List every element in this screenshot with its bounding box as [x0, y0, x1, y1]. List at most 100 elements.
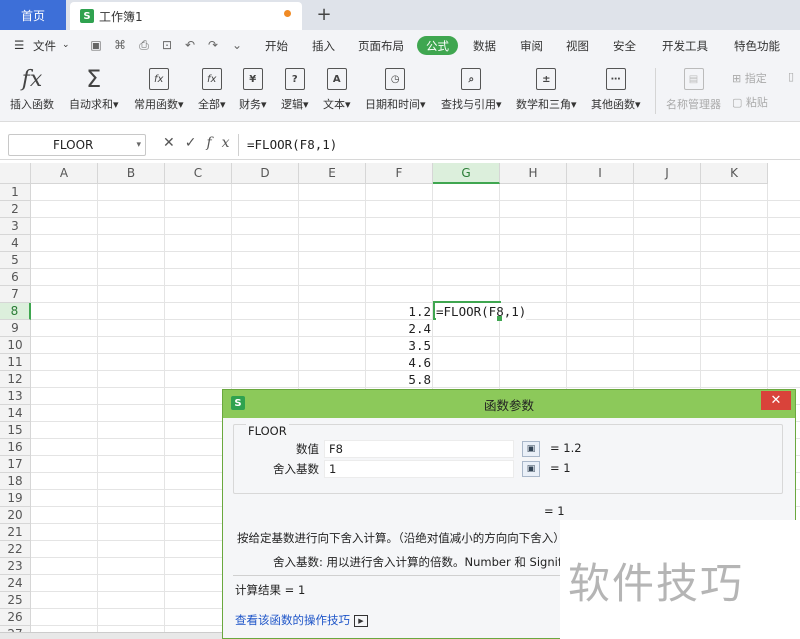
tab-special[interactable]: 特色功能 [734, 38, 780, 54]
row-header[interactable]: 15 [0, 422, 31, 439]
date-time-button[interactable]: ◷ 日期和时间▾ [365, 64, 426, 112]
text-button[interactable]: A 文本▾ [323, 64, 351, 112]
print-preview-icon[interactable]: ⊡ [160, 38, 174, 52]
row-header[interactable]: 7 [0, 286, 31, 303]
arg-significance-input[interactable]: 1 [324, 460, 514, 478]
cancel-icon[interactable]: ✕ [163, 135, 185, 151]
row-header[interactable]: 5 [0, 252, 31, 269]
arg-significance-result: = 1 [550, 461, 571, 475]
insert-function-button[interactable]: fx 插入函数 [10, 64, 54, 112]
column-header[interactable]: I [567, 163, 634, 184]
formula-input[interactable]: =FLOOR(F8,1) [238, 134, 800, 156]
confirm-icon[interactable]: ✓ [185, 135, 207, 151]
cell-f10[interactable]: 3.5 [367, 337, 431, 354]
cell-g8[interactable]: =FLOOR(F8,1) [436, 303, 527, 320]
paste-button[interactable]: ▢ 粘贴 [732, 94, 768, 110]
tab-formulas[interactable]: 公式 [417, 36, 458, 55]
more-ribbon-icon[interactable]: ▯ [788, 70, 794, 83]
row-header[interactable]: 6 [0, 269, 31, 286]
column-header[interactable]: K [701, 163, 768, 184]
row-header[interactable]: 14 [0, 405, 31, 422]
format-painter-icon[interactable]: ⌘ [113, 38, 127, 52]
customize-arrow-icon[interactable]: ⌄ [230, 38, 244, 52]
select-all-corner[interactable] [0, 163, 31, 184]
row-header[interactable]: 1 [0, 184, 31, 201]
tab-home[interactable]: 开始 [265, 38, 288, 54]
function-tips-link[interactable]: 查看该函数的操作技巧 ▶ [235, 612, 368, 628]
specify-button[interactable]: ⊞ 指定 [732, 70, 767, 86]
column-header[interactable]: J [634, 163, 701, 184]
column-header[interactable]: B [98, 163, 165, 184]
row-header[interactable]: 22 [0, 541, 31, 558]
sheet-tab-bar[interactable] [0, 632, 222, 639]
dialog-title-bar[interactable]: S 函数参数 ✕ [223, 390, 795, 418]
all-functions-button[interactable]: fx 全部▾ [198, 64, 226, 112]
other-functions-button[interactable]: ⋯ 其他函数▾ [591, 64, 641, 112]
file-menu[interactable]: 文件 [33, 38, 56, 54]
common-functions-button[interactable]: fx 常用函数▾ [134, 64, 184, 112]
lookup-reference-button[interactable]: ⌕ 查找与引用▾ [441, 64, 502, 112]
tab-data[interactable]: 数据 [473, 38, 496, 54]
autosum-button[interactable]: Σ 自动求和▾ [69, 64, 119, 112]
row-header[interactable]: 24 [0, 575, 31, 592]
tab-security[interactable]: 安全 [613, 38, 636, 54]
home-tab[interactable]: 首页 [0, 0, 66, 30]
autosum-label: 自动求和▾ [69, 98, 119, 111]
row-header[interactable]: 19 [0, 490, 31, 507]
new-tab-button[interactable]: + [314, 3, 334, 27]
tab-page-layout[interactable]: 页面布局 [358, 38, 404, 54]
row-header[interactable]: 20 [0, 507, 31, 524]
name-box[interactable]: FLOOR ▾ [8, 134, 146, 156]
row-header[interactable]: 12 [0, 371, 31, 388]
insert-function-icon[interactable]: fx [206, 135, 239, 151]
row-header[interactable]: 11 [0, 354, 31, 371]
row-header[interactable]: 16 [0, 439, 31, 456]
cell-f11[interactable]: 4.6 [367, 354, 431, 371]
collapse-dialog-icon[interactable]: ▣ [522, 461, 540, 477]
math-trig-button[interactable]: ± 数学和三角▾ [516, 64, 577, 112]
cell-f12[interactable]: 5.8 [367, 371, 431, 388]
row-header[interactable]: 13 [0, 388, 31, 405]
row-header[interactable]: 21 [0, 524, 31, 541]
grid-row-line [31, 268, 800, 269]
row-header[interactable]: 10 [0, 337, 31, 354]
column-header[interactable]: G [433, 163, 500, 184]
column-header[interactable]: F [366, 163, 433, 184]
row-header[interactable]: 3 [0, 218, 31, 235]
row-header[interactable]: 23 [0, 558, 31, 575]
cell-f8[interactable]: 1.2 [367, 303, 431, 320]
arg-number-input[interactable]: F8 [324, 440, 514, 458]
fill-handle[interactable] [497, 316, 502, 321]
save-icon[interactable]: ▣ [89, 38, 103, 52]
close-button[interactable]: ✕ [761, 391, 791, 410]
row-header[interactable]: 26 [0, 609, 31, 626]
row-header[interactable]: 17 [0, 456, 31, 473]
hamburger-icon[interactable]: ☰ [14, 38, 24, 52]
row-header[interactable]: 25 [0, 592, 31, 609]
name-manager-button[interactable]: ▤ 名称管理器 [666, 64, 721, 112]
row-header[interactable]: 18 [0, 473, 31, 490]
tab-view[interactable]: 视图 [566, 38, 589, 54]
column-header[interactable]: E [299, 163, 366, 184]
tab-review[interactable]: 审阅 [520, 38, 543, 54]
tab-developer[interactable]: 开发工具 [662, 38, 708, 54]
column-header[interactable]: H [500, 163, 567, 184]
logic-button[interactable]: ? 逻辑▾ [281, 64, 309, 112]
finance-button[interactable]: ¥ 财务▾ [239, 64, 267, 112]
collapse-dialog-icon[interactable]: ▣ [522, 441, 540, 457]
redo-icon[interactable]: ↷ [206, 38, 220, 52]
workbook-tab[interactable]: S 工作簿1 [70, 2, 302, 30]
column-header[interactable]: A [31, 163, 98, 184]
undo-icon[interactable]: ↶ [183, 38, 197, 52]
column-header[interactable]: D [232, 163, 299, 184]
row-header[interactable]: 9 [0, 320, 31, 337]
print-icon[interactable]: ⎙ [137, 38, 151, 52]
row-header[interactable]: 8 [0, 303, 31, 320]
column-header[interactable]: C [165, 163, 232, 184]
cell-f9[interactable]: 2.4 [367, 320, 431, 337]
row-header[interactable]: 4 [0, 235, 31, 252]
chevron-down-icon[interactable]: ▾ [136, 135, 141, 155]
chevron-down-icon[interactable]: ⌄ [62, 40, 70, 50]
tab-insert[interactable]: 插入 [312, 38, 335, 54]
row-header[interactable]: 2 [0, 201, 31, 218]
